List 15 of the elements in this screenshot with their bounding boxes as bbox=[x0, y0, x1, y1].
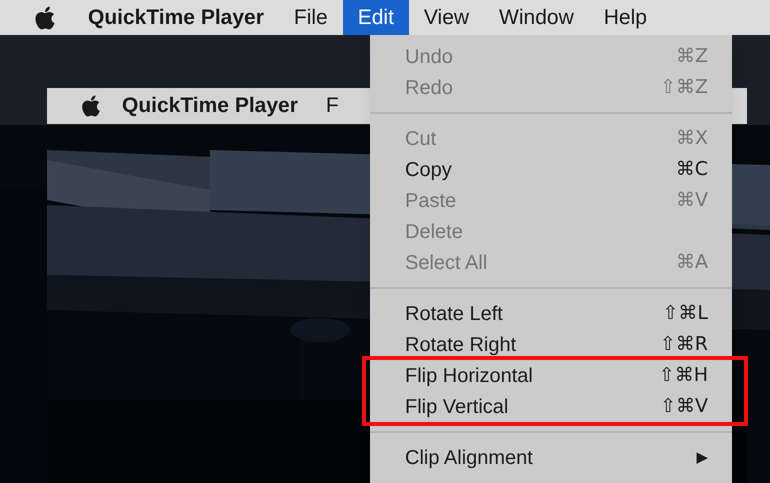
apple-icon bbox=[80, 94, 102, 118]
app-menu[interactable]: QuickTime Player bbox=[73, 0, 279, 35]
menu-title[interactable]: Help bbox=[588, 0, 662, 35]
menu-title[interactable]: F bbox=[326, 90, 339, 122]
menu-title[interactable]: View bbox=[408, 0, 484, 35]
menu-item[interactable]: Copy ⌘C bbox=[370, 154, 732, 185]
menu-item[interactable]: Rotate Right ⇧⌘R bbox=[370, 329, 732, 360]
window-title: QuickTime Player bbox=[122, 93, 298, 120]
menu-title[interactable]: File bbox=[278, 0, 343, 35]
menu-title[interactable]: Window bbox=[484, 0, 589, 35]
apple-icon[interactable] bbox=[33, 4, 57, 30]
menu-item[interactable]: Flip Horizontal ⇧⌘H bbox=[370, 360, 732, 391]
menu-item[interactable]: Clip Alignment ▶ bbox=[370, 442, 732, 473]
menu-item[interactable]: Flip Vertical ⇧⌘V bbox=[370, 391, 732, 422]
menu-title[interactable]: Edit bbox=[342, 0, 409, 35]
